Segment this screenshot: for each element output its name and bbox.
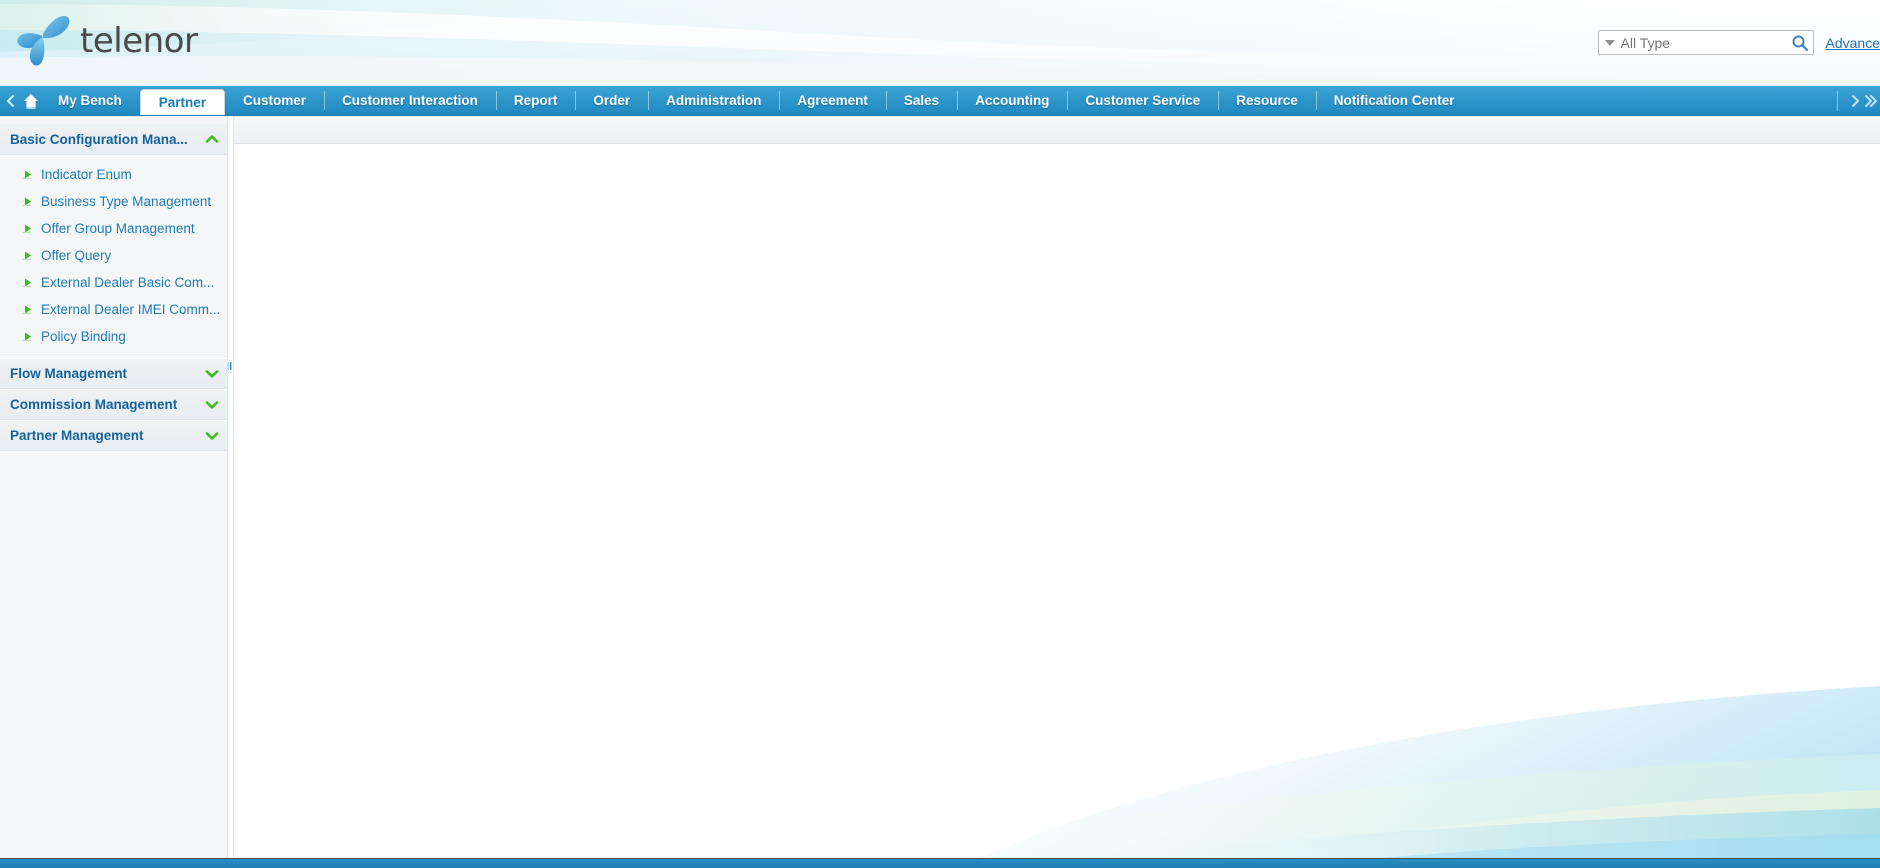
sidebar-item-label: Offer Query <box>41 248 112 263</box>
page-header: telenor Advance <box>0 0 1880 86</box>
application-window: telenor Advance My <box>0 0 1880 868</box>
tab-my-bench[interactable]: My Bench <box>40 86 140 115</box>
green-arrow-bullet-icon <box>22 197 31 206</box>
chevron-left-icon[interactable] <box>4 93 18 109</box>
brand-logo[interactable]: telenor <box>12 8 198 70</box>
body-area: Basic Configuration Mana... Indicator En… <box>0 116 1880 858</box>
tab-customer-interaction[interactable]: Customer Interaction <box>324 86 496 115</box>
sidebar-item-offer-query[interactable]: Offer Query <box>0 242 227 269</box>
sidebar-item-label: Offer Group Management <box>41 221 195 236</box>
sidebar-item-label: Business Type Management <box>41 194 212 209</box>
sidebar-item-label: Policy Binding <box>41 329 126 344</box>
nav-left-controls <box>0 86 40 115</box>
content-canvas <box>234 144 1880 858</box>
telenor-propeller-icon <box>17 16 70 66</box>
sidebar-item-label: External Dealer IMEI Comm... <box>41 302 221 317</box>
search-icon[interactable] <box>1791 34 1809 52</box>
tab-customer-service[interactable]: Customer Service <box>1067 86 1218 115</box>
green-arrow-bullet-icon <box>22 251 31 260</box>
main-navigation-bar: My Bench Partner Customer Customer Inter… <box>0 86 1880 116</box>
tab-sales[interactable]: Sales <box>885 86 957 115</box>
home-icon[interactable] <box>22 92 40 110</box>
content-toolbar <box>234 116 1880 144</box>
sidebar-section-basic-configuration-management[interactable]: Basic Configuration Mana... <box>0 124 227 155</box>
tab-order[interactable]: Order <box>575 86 648 115</box>
tab-agreement[interactable]: Agreement <box>779 86 886 115</box>
sidebar-item-external-dealer-basic-com[interactable]: External Dealer Basic Com... <box>0 269 227 296</box>
sidebar-item-offer-group-management[interactable]: Offer Group Management <box>0 215 227 242</box>
search-input[interactable] <box>1620 34 1791 51</box>
chevron-down-icon[interactable] <box>205 369 219 379</box>
advance-search-link[interactable]: Advance <box>1826 35 1880 51</box>
brand-name: telenor <box>80 21 198 61</box>
sidebar-section-title: Basic Configuration Mana... <box>10 131 188 147</box>
tab-administration[interactable]: Administration <box>648 86 779 115</box>
sidebar-item-label: External Dealer Basic Com... <box>41 275 215 290</box>
sidebar-section-flow-management[interactable]: Flow Management <box>0 358 227 389</box>
green-arrow-bullet-icon <box>22 332 31 341</box>
sidebar-item-external-dealer-imei-comm[interactable]: External Dealer IMEI Comm... <box>0 296 227 323</box>
footer-bar <box>0 858 1880 868</box>
sidebar-section-partner-management[interactable]: Partner Management <box>0 420 227 451</box>
chevron-down-icon[interactable] <box>205 431 219 441</box>
tab-customer[interactable]: Customer <box>225 86 324 115</box>
tab-report[interactable]: Report <box>495 86 576 115</box>
global-search-box[interactable] <box>1597 30 1814 55</box>
left-sidebar: Basic Configuration Mana... Indicator En… <box>0 116 228 858</box>
green-arrow-bullet-icon <box>22 224 31 233</box>
sidebar-item-indicator-enum[interactable]: Indicator Enum <box>0 161 227 188</box>
green-arrow-bullet-icon <box>22 278 31 287</box>
chevron-double-right-icon[interactable] <box>1864 93 1878 109</box>
sidebar-section-body-basic-configuration-management: Indicator Enum Business Type Management … <box>0 155 227 358</box>
green-arrow-bullet-icon <box>22 170 31 179</box>
chevron-down-icon[interactable] <box>205 400 219 410</box>
nav-tab-list: My Bench Partner Customer Customer Inter… <box>40 86 1837 115</box>
tab-accounting[interactable]: Accounting <box>957 86 1067 115</box>
sidebar-item-business-type-management[interactable]: Business Type Management <box>0 188 227 215</box>
green-arrow-bullet-icon <box>22 305 31 314</box>
chevron-right-icon[interactable] <box>1848 93 1862 109</box>
sidebar-item-policy-binding[interactable]: Policy Binding <box>0 323 227 350</box>
chevron-up-icon[interactable] <box>205 134 219 144</box>
tab-notification-center[interactable]: Notification Center <box>1315 86 1473 115</box>
sidebar-section-commission-management[interactable]: Commission Management <box>0 389 227 420</box>
sidebar-section-title: Flow Management <box>10 366 128 381</box>
header-search-area: Advance <box>1597 30 1880 55</box>
tab-resource[interactable]: Resource <box>1218 86 1316 115</box>
caret-down-icon[interactable] <box>1604 39 1615 46</box>
sidebar-section-title: Commission Management <box>10 397 178 412</box>
tab-partner[interactable]: Partner <box>139 89 226 115</box>
sidebar-item-label: Indicator Enum <box>41 167 132 182</box>
sidebar-section-title: Partner Management <box>10 428 144 443</box>
main-content <box>234 116 1880 858</box>
nav-right-controls <box>1837 86 1880 115</box>
